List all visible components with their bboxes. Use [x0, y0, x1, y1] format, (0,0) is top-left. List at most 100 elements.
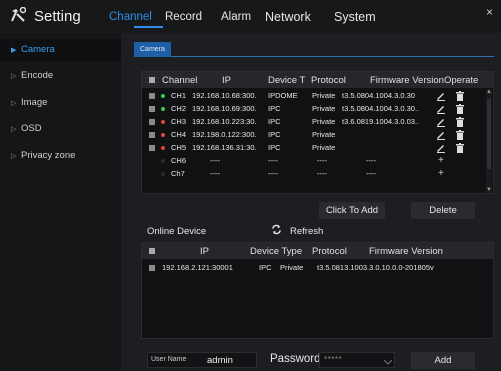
device-type-cell: IPC	[268, 104, 281, 113]
device-type-cell: IPC	[268, 117, 281, 126]
online-device-table: IP Device Type Protocol Firmware Version…	[141, 242, 494, 339]
username-label: User Name	[151, 356, 187, 363]
arrow-right-icon: ▶	[11, 47, 17, 54]
protocol-cell: Private	[312, 91, 336, 100]
sidebar-item-image[interactable]: ▷ Image	[0, 92, 121, 114]
close-icon[interactable]: ×	[486, 5, 493, 19]
column-header: Channel	[162, 75, 198, 86]
add-button[interactable]: Add	[411, 352, 475, 369]
ip-cell: ----	[210, 169, 220, 178]
top-bar: Setting Channel Record Alarm Network Sys…	[0, 0, 501, 33]
row-checkbox[interactable]	[149, 265, 155, 271]
tab-network[interactable]: Network	[265, 10, 311, 24]
add-channel-icon[interactable]: +	[438, 155, 444, 167]
edit-icon[interactable]	[436, 117, 446, 127]
sidebar-item-label: Image	[21, 97, 48, 108]
status-dot	[161, 107, 165, 111]
table-header: Channel IP Device T Protocol Firmware Ve…	[142, 72, 493, 88]
column-header: IP	[222, 75, 231, 86]
ip-cell: 192.168.10.223:30.	[192, 117, 257, 126]
table-row[interactable]: Ch7 ---- ---- ---- ---- +	[142, 168, 487, 180]
trash-icon[interactable]	[456, 143, 464, 153]
edit-icon[interactable]	[436, 143, 446, 153]
status-dot	[161, 172, 165, 176]
table-header: IP Device Type Protocol Firmware Version	[142, 243, 493, 259]
row-checkbox[interactable]	[149, 119, 155, 125]
scroll-down-icon[interactable]: ▼	[486, 187, 492, 193]
sidebar-item-osd[interactable]: ▷ OSD	[0, 118, 121, 140]
scroll-thumb[interactable]	[487, 99, 491, 169]
edit-icon[interactable]	[436, 91, 446, 101]
column-header: Firmware Version	[369, 246, 443, 257]
select-all-checkbox[interactable]	[149, 248, 155, 254]
arrow-right-icon: ▷	[11, 126, 17, 133]
arrow-right-icon: ▷	[11, 153, 17, 160]
table-row[interactable]: CH4 192.198.0.122:300. IPC Private	[142, 129, 487, 141]
sidebar-item-camera[interactable]: ▶ Camera	[0, 39, 121, 61]
table-row[interactable]: CH6 ---- ---- ---- ---- +	[142, 155, 487, 167]
device-type-cell: IPC	[268, 130, 281, 139]
trash-icon[interactable]	[456, 130, 464, 140]
sidebar-item-label: Encode	[21, 70, 54, 81]
select-all-checkbox[interactable]	[149, 77, 155, 83]
click-to-add-button[interactable]: Click To Add	[319, 202, 385, 219]
tab-system[interactable]: System	[334, 10, 376, 24]
trash-icon[interactable]	[456, 91, 464, 101]
protocol-cell: Private	[312, 143, 336, 152]
sidebar-item-label: OSD	[21, 123, 42, 134]
table-row[interactable]: CH5 192.168.136.31:30. IPC Private	[142, 142, 487, 154]
main-panel: Camera Channel IP Device T Protocol Firm…	[121, 33, 501, 371]
ip-cell: 192.168.136.31:30.	[192, 143, 257, 152]
refresh-icon[interactable]	[271, 224, 282, 235]
column-header: Device T	[268, 75, 306, 86]
table-row[interactable]: 192.168.2.121:30001 IPC Private t3.5.081…	[142, 262, 487, 274]
tab-channel[interactable]: Channel	[109, 11, 152, 23]
channel-table-scrollbar[interactable]: ▲ ▼	[486, 89, 492, 193]
delete-button[interactable]: Delete	[411, 202, 475, 219]
protocol-cell: Private	[312, 117, 336, 126]
row-checkbox[interactable]	[149, 106, 155, 112]
firmware-cell: t3.5.0804.1004.3.0.30	[342, 91, 415, 100]
protocol-cell: Private	[280, 263, 304, 272]
channel-cell: CH5	[171, 143, 187, 152]
channel-cell: CH3	[171, 117, 187, 126]
channel-cell: Ch7	[171, 169, 185, 178]
sidebar-item-encode[interactable]: ▷ Encode	[0, 65, 121, 87]
arrow-right-icon: ▷	[11, 73, 17, 80]
refresh-button[interactable]: Refresh	[290, 226, 323, 237]
row-checkbox[interactable]	[149, 145, 155, 151]
status-dot	[161, 133, 165, 137]
edit-icon[interactable]	[436, 104, 446, 114]
ip-cell: 192.198.0.122:300.	[192, 130, 257, 139]
ip-cell: 192.168.2.121:30001	[162, 263, 233, 272]
channel-cell: CH6	[171, 156, 187, 165]
add-channel-icon[interactable]: +	[438, 168, 444, 180]
app-title: Setting	[34, 8, 81, 25]
trash-icon[interactable]	[456, 104, 464, 114]
trash-icon[interactable]	[456, 117, 464, 127]
device-type-cell: ----	[268, 169, 278, 178]
scroll-up-icon[interactable]: ▲	[486, 89, 492, 95]
status-dot	[161, 120, 165, 124]
row-checkbox[interactable]	[149, 93, 155, 99]
column-header: Device Type	[250, 246, 303, 257]
firmware-cell: ----	[366, 169, 376, 178]
chevron-down-icon[interactable]	[384, 360, 392, 365]
row-checkbox[interactable]	[149, 132, 155, 138]
firmware-cell: t3.5.0813.1003.3.0.10.0.0-201805v	[317, 263, 434, 272]
table-row[interactable]: CH3 192.168.10.223:30. IPC Private t3.6.…	[142, 116, 487, 128]
edit-icon[interactable]	[436, 130, 446, 140]
subtab-camera[interactable]: Camera	[134, 42, 171, 57]
username-value: admin	[207, 355, 233, 366]
device-type-cell: ----	[268, 156, 278, 165]
channel-table: Channel IP Device T Protocol Firmware Ve…	[141, 71, 494, 194]
device-type-cell: IPDOME	[268, 91, 298, 100]
tab-record[interactable]: Record	[165, 11, 202, 23]
ip-cell: 192.168.10.68:300.	[192, 91, 257, 100]
table-row[interactable]: CH2 192.168.10.69:300. IPC Private t3.5.…	[142, 103, 487, 115]
subtab-bar: Camera	[134, 40, 494, 57]
tab-alarm[interactable]: Alarm	[221, 11, 251, 23]
firmware-cell: t3.5.0804.1004.3.0.30..	[342, 104, 420, 113]
sidebar-item-privacy-zone[interactable]: ▷ Privacy zone	[0, 145, 121, 167]
table-row[interactable]: CH1 192.168.10.68:300. IPDOME Private t3…	[142, 90, 487, 102]
